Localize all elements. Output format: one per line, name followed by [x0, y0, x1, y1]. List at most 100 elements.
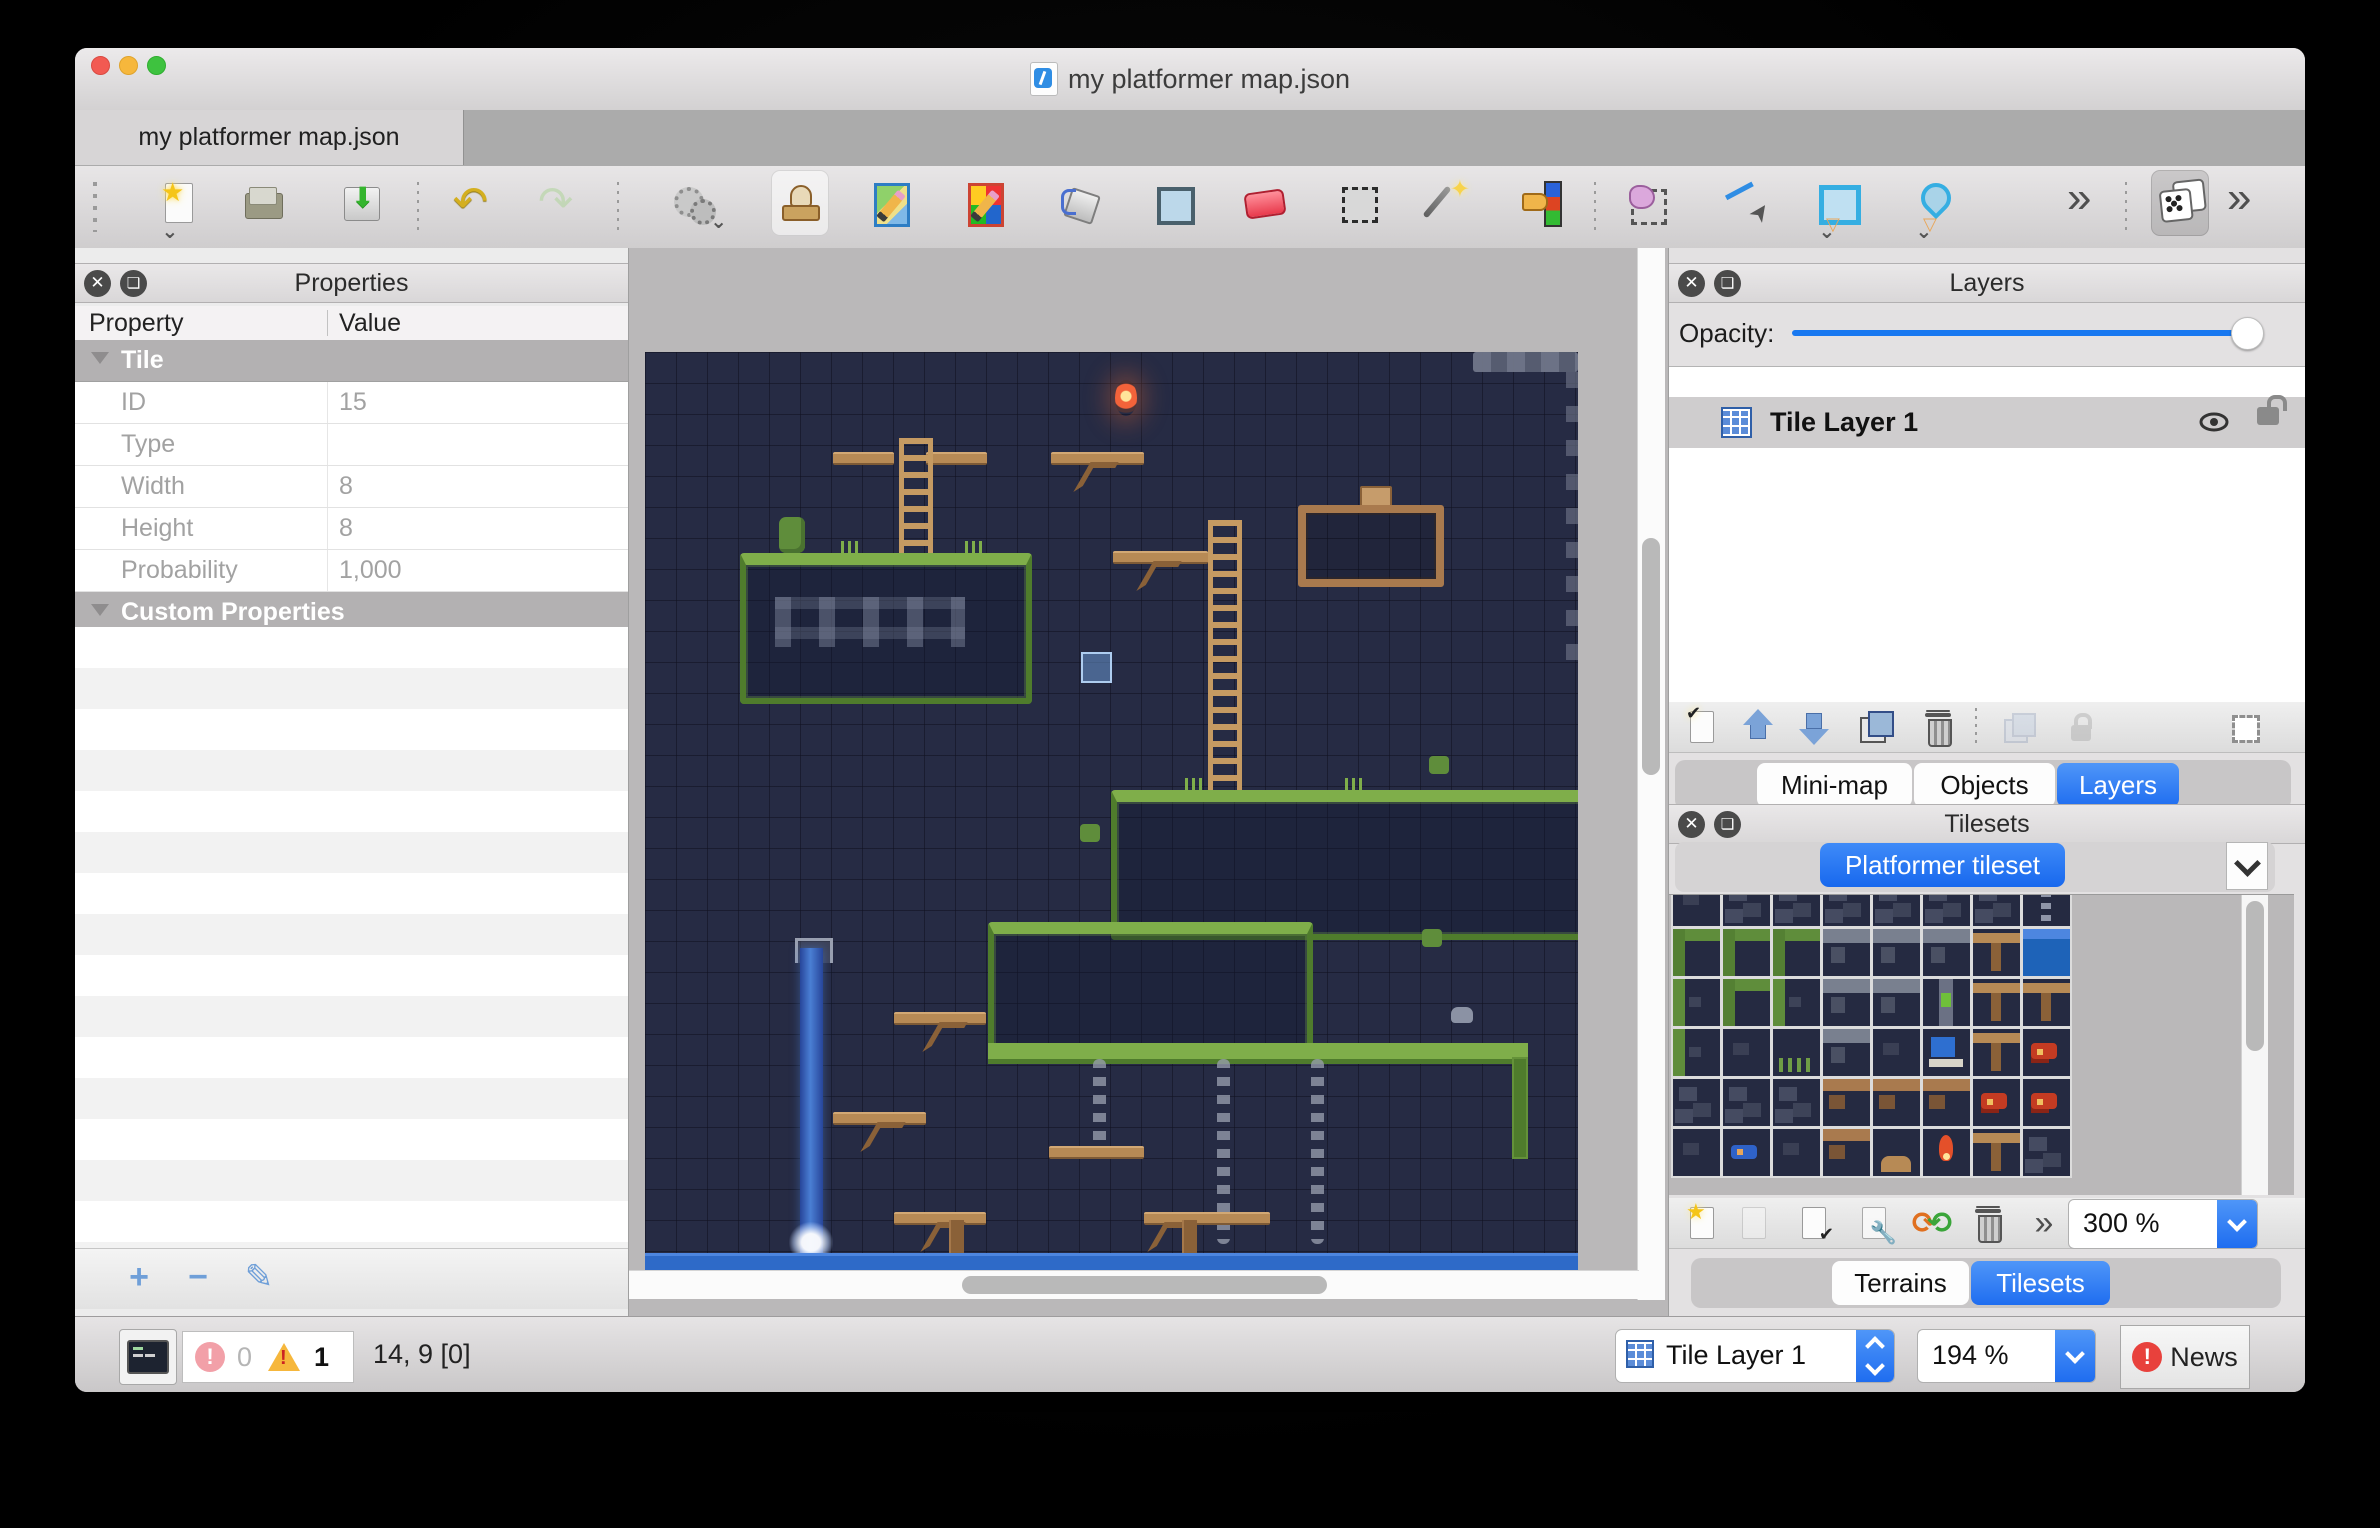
tileset-tile[interactable]: [2023, 929, 2070, 976]
tileset-tile[interactable]: [1723, 894, 1770, 926]
overflow-button[interactable]: [2214, 170, 2272, 236]
edit-polygons-button[interactable]: [1719, 170, 1777, 236]
bucket-fill-button[interactable]: [1052, 170, 1110, 236]
rect-select-button[interactable]: [1329, 170, 1387, 236]
delete-tileset-icon[interactable]: [1963, 1200, 2013, 1246]
duplicate-layer-icon[interactable]: [1851, 704, 1901, 750]
eraser-button[interactable]: [1235, 170, 1293, 236]
wang-brush-button[interactable]: [959, 170, 1017, 236]
opacity-slider-handle[interactable]: [2231, 317, 2264, 350]
dice-button[interactable]: [2151, 170, 2209, 236]
chevron-down-icon[interactable]: [2217, 1200, 2257, 1248]
tileset-tile[interactable]: [1823, 1129, 1870, 1176]
tab-terrains[interactable]: Terrains: [1832, 1261, 1969, 1305]
tileset-tile[interactable]: [1723, 1029, 1770, 1076]
shape-fill-button[interactable]: [1144, 170, 1202, 236]
tileset-tile[interactable]: [1673, 979, 1720, 1026]
tileset-zoom-select[interactable]: 300 %: [2068, 1199, 2258, 1249]
tileset-tile[interactable]: [1723, 979, 1770, 1026]
terrain-brush-button[interactable]: [865, 170, 923, 236]
tileset-tile[interactable]: [1823, 1079, 1870, 1126]
property-row[interactable]: Probability1,000: [75, 550, 628, 592]
tileset-tile[interactable]: [1823, 979, 1870, 1026]
show-hide-other-layers-icon[interactable]: [1993, 704, 2043, 750]
tileset-tile[interactable]: [1873, 1029, 1920, 1076]
tileset-tile[interactable]: [1823, 1029, 1870, 1076]
tab-tilesets[interactable]: Tilesets: [1971, 1261, 2110, 1305]
toolbar-drag-handle[interactable]: [93, 182, 97, 232]
tileset-tile[interactable]: [1723, 1129, 1770, 1176]
tileset-vertical-scrollbar[interactable]: [2241, 895, 2268, 1195]
delete-layer-icon[interactable]: [1913, 704, 1963, 750]
tileset-tile[interactable]: [1973, 979, 2020, 1026]
tileset-tile[interactable]: [1973, 1029, 2020, 1076]
tileset-view[interactable]: [1669, 894, 2294, 1195]
magic-wand-button[interactable]: [1421, 170, 1479, 236]
tileset-tile[interactable]: [2023, 1079, 2070, 1126]
new-layer-icon[interactable]: [1677, 704, 1727, 750]
map-vertical-scrollbar-thumb[interactable]: [1642, 538, 1660, 775]
tileset-tile[interactable]: [1673, 894, 1720, 926]
tileset-tab-platformer[interactable]: Platformer tileset: [1820, 843, 2065, 887]
edit-property-button[interactable]: ✎: [235, 1255, 283, 1299]
map-horizontal-scrollbar-thumb[interactable]: [962, 1276, 1327, 1294]
tileset-tile[interactable]: [1673, 1079, 1720, 1126]
reload-tileset-icon[interactable]: ⟳⟲: [1907, 1200, 1957, 1246]
layer-row[interactable]: Tile Layer 1: [1669, 397, 2305, 448]
float-panel-icon[interactable]: [1714, 811, 1741, 838]
tileset-tile[interactable]: [1773, 979, 1820, 1026]
tileset-tile[interactable]: [1823, 929, 1870, 976]
add-property-button[interactable]: +: [115, 1255, 163, 1299]
tileset-tile[interactable]: [1773, 894, 1820, 926]
open-button[interactable]: [235, 170, 293, 236]
news-button[interactable]: ! News: [2120, 1325, 2250, 1389]
overflow-button[interactable]: [2054, 170, 2112, 236]
highlight-current-layer-icon[interactable]: [2219, 704, 2269, 750]
lock-other-layers-icon[interactable]: [2056, 704, 2106, 750]
redo-button[interactable]: [529, 170, 587, 236]
document-tab[interactable]: my platformer map.json: [75, 110, 464, 165]
tileset-tile[interactable]: [1923, 1029, 1970, 1076]
map-zoom-select[interactable]: 194 %: [1917, 1329, 2096, 1383]
tileset-tile[interactable]: [1923, 979, 1970, 1026]
select-objects-button[interactable]: [1620, 170, 1678, 236]
embed-tileset-icon[interactable]: [1729, 1200, 1779, 1246]
tileset-tile[interactable]: [1873, 1129, 1920, 1176]
close-panel-icon[interactable]: [1678, 811, 1705, 838]
tileset-tile[interactable]: [1673, 1029, 1720, 1076]
same-tile-button[interactable]: [1515, 170, 1573, 236]
close-panel-icon[interactable]: [84, 270, 111, 297]
tileset-tile[interactable]: [1873, 1079, 1920, 1126]
tileset-scrollbar-thumb[interactable]: [2246, 901, 2264, 1051]
property-row[interactable]: Width8: [75, 466, 628, 508]
tileset-tile[interactable]: [1723, 1079, 1770, 1126]
save-button[interactable]: [333, 170, 391, 236]
insert-point-button[interactable]: ⌄: [1904, 170, 1962, 236]
tileset-tile[interactable]: [1873, 894, 1920, 926]
tileset-tile[interactable]: [1923, 1079, 1970, 1126]
new-tileset-icon[interactable]: [1677, 1200, 1727, 1246]
tileset-tile[interactable]: [1873, 929, 1920, 976]
tileset-tile[interactable]: [2023, 894, 2070, 926]
property-row[interactable]: ID15: [75, 382, 628, 424]
new-map-button[interactable]: ⌄: [150, 170, 208, 236]
issues-counter[interactable]: ! 0 1: [182, 1331, 354, 1383]
close-panel-icon[interactable]: [1678, 270, 1705, 297]
property-row[interactable]: Type: [75, 424, 628, 466]
map-canvas[interactable]: [645, 352, 1578, 1272]
tileset-tile[interactable]: [2023, 1129, 2070, 1176]
property-row[interactable]: Height8: [75, 508, 628, 550]
tileset-tile[interactable]: [1723, 929, 1770, 976]
layer-stepper-icon[interactable]: [1856, 1330, 1894, 1382]
float-panel-icon[interactable]: [120, 270, 147, 297]
tileset-tile[interactable]: [1773, 1029, 1820, 1076]
lower-layer-icon[interactable]: [1789, 704, 1839, 750]
opacity-slider[interactable]: [1792, 330, 2249, 336]
tileset-tile[interactable]: [1923, 1129, 1970, 1176]
tab-mini-map[interactable]: Mini-map: [1757, 763, 1912, 807]
map-horizontal-scrollbar[interactable]: [629, 1270, 1639, 1299]
automap-button[interactable]: ⌄: [663, 170, 721, 236]
float-panel-icon[interactable]: [1714, 270, 1741, 297]
tileset-tile[interactable]: [1973, 1129, 2020, 1176]
layer-unlocked-icon[interactable]: [2257, 407, 2279, 425]
